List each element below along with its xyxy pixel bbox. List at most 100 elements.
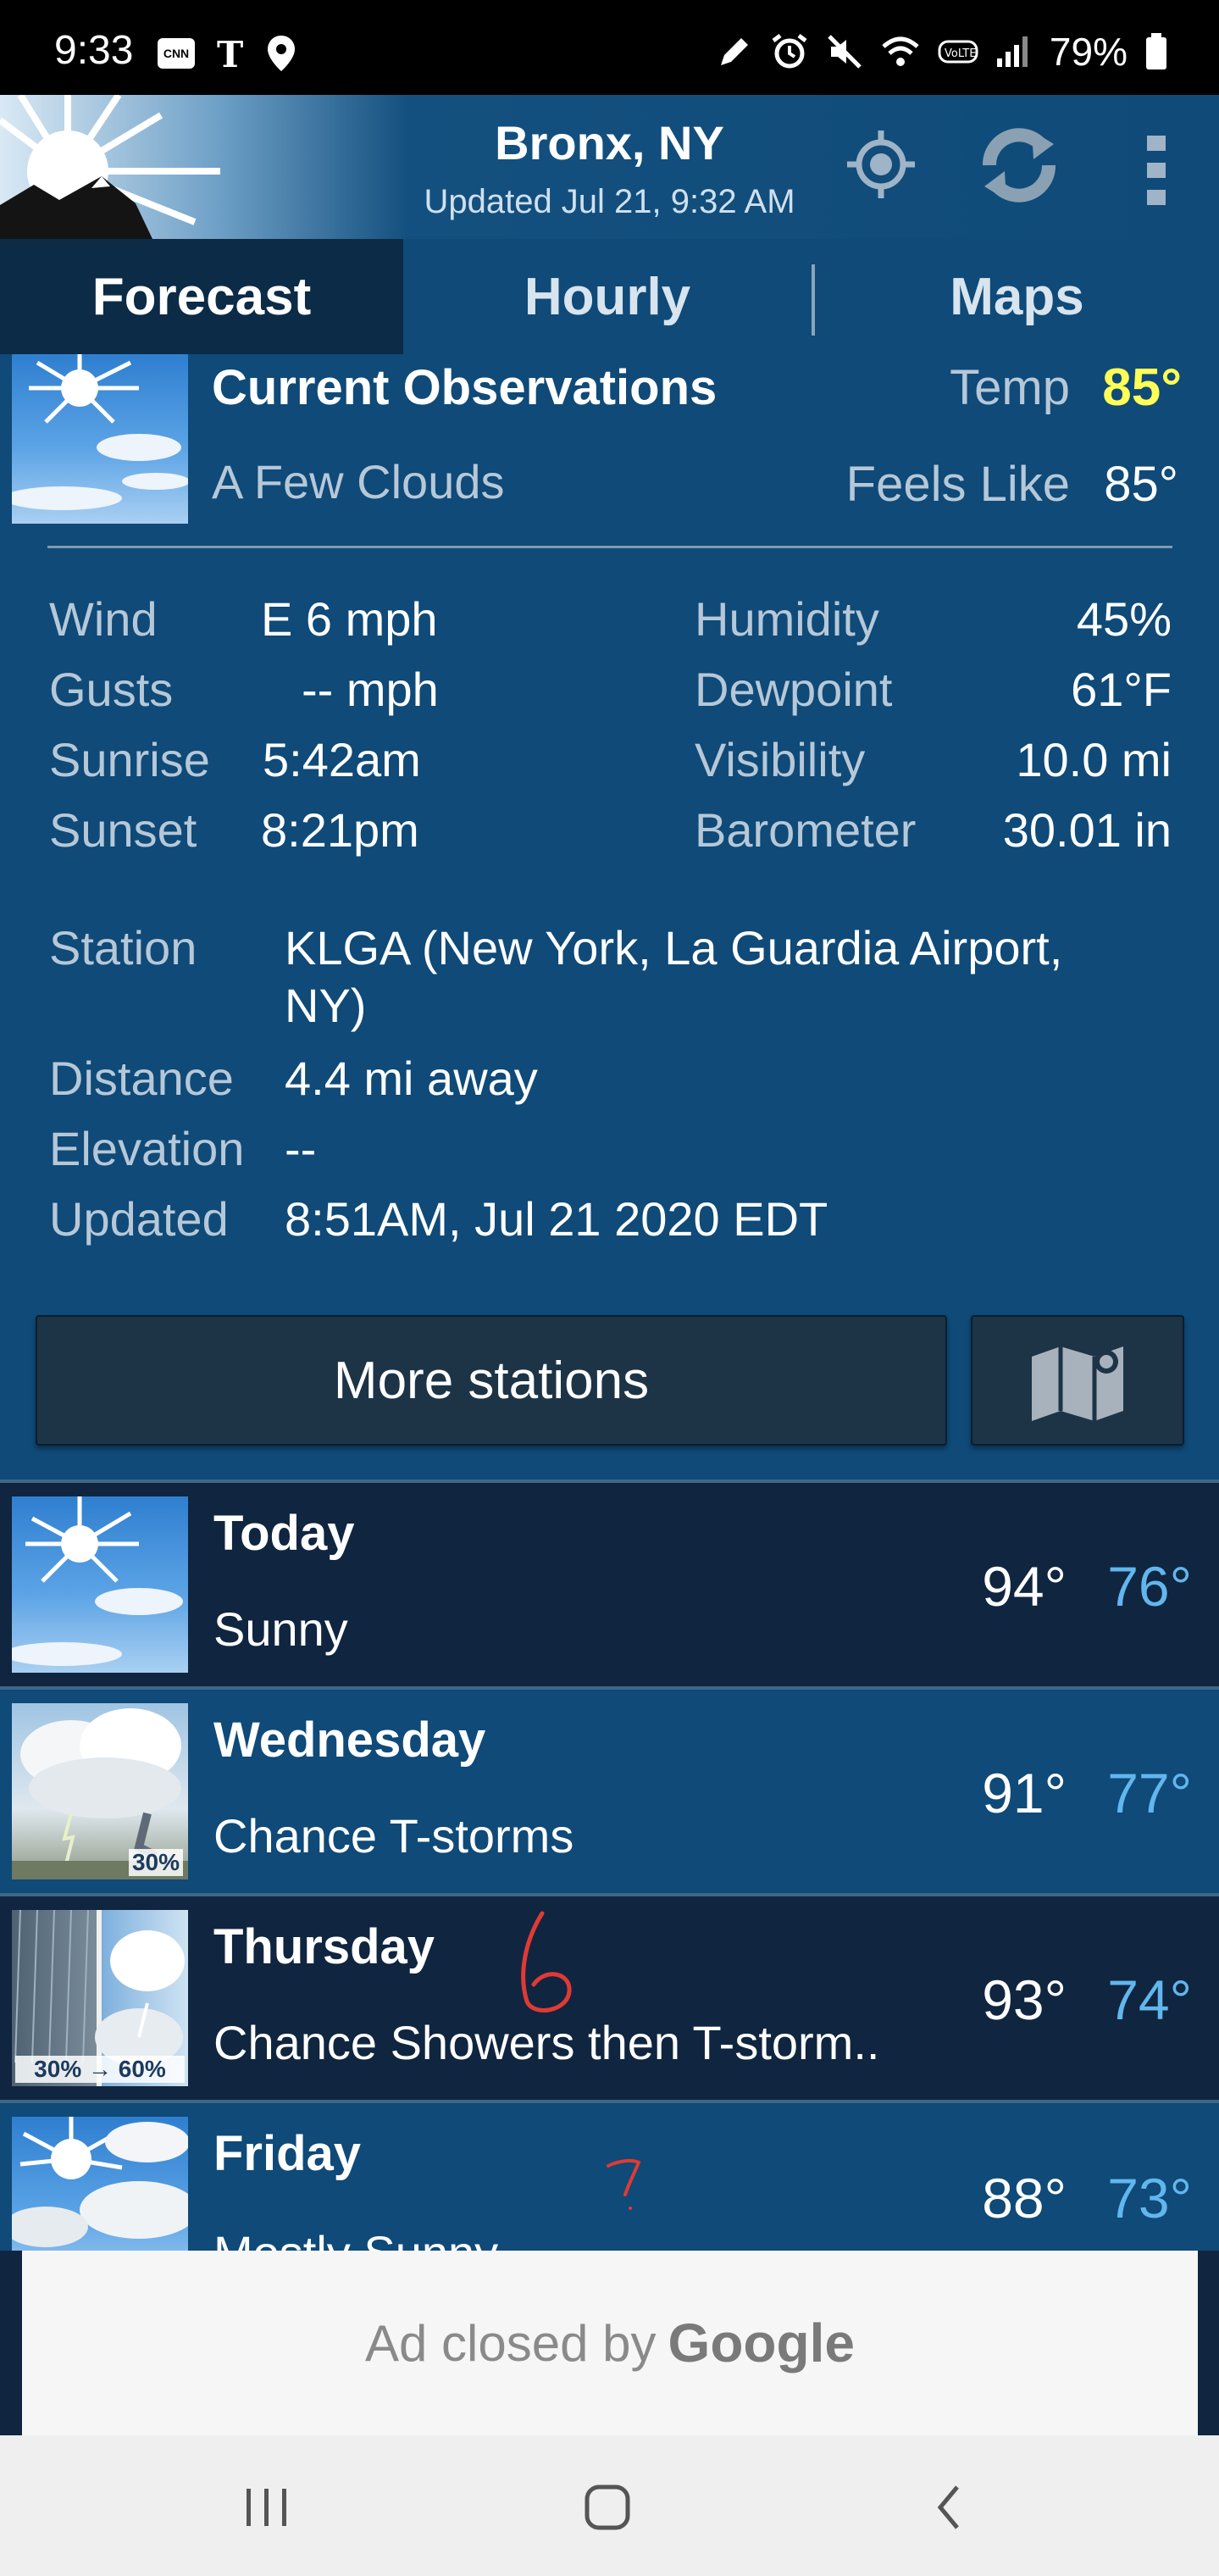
battery-percent: 79% [1049,30,1128,74]
forecast-day-name: Today [213,1506,355,1561]
battery-icon [1146,33,1166,69]
thunderstorm-weather-icon: 30% [12,1703,188,1879]
few-clouds-weather-icon [12,354,188,524]
tab-forecast[interactable]: Forecast [0,239,403,354]
home-button[interactable] [569,2469,646,2545]
tab-bar: Forecast Hourly Maps [0,239,1219,354]
forecast-low: 74° [1107,1968,1192,2031]
sunset-label: Sunset [49,803,197,857]
more-stations-button[interactable]: More stations [36,1315,947,1446]
tab-maps[interactable]: Maps [815,239,1219,354]
pen-icon [720,38,748,65]
google-logo: Google [668,2312,855,2373]
station-value-line1: KLGA (New York, La Guardia Airport, [285,921,1063,974]
forecast-high: 94° [982,1555,1067,1618]
forecast-high: 93° [982,1968,1067,2031]
forecast-high: 91° [982,1762,1067,1824]
temp-label: Temp [950,360,1070,415]
observations-divider [47,546,1172,548]
location-pin-icon [268,36,295,71]
system-nav-bar [0,2435,1219,2576]
recent-apps-icon [247,2489,286,2526]
overflow-menu-icon[interactable] [1142,132,1171,208]
current-observations-title: Current Observations [212,360,718,415]
svg-text:VoLTE: VoLTE [945,47,976,60]
cnn-icon: CNN [158,38,195,69]
forecast-row-today[interactable]: Today Sunny 94° 76° [0,1483,1219,1690]
forecast-low: 73° [1107,2167,1192,2229]
status-icons-left: CNN T [158,34,296,73]
showers-then-tstorms-weather-icon: 30% → 60% [12,1910,188,2086]
feels-like-value: 85° [1104,457,1178,512]
status-time: 9:33 [54,28,134,73]
wind-value: E 6 mph [261,592,438,646]
station-label: Station [49,921,197,974]
elevation-value: -- [285,1122,317,1175]
back-icon [937,2485,959,2529]
ad-margin-right [1198,2251,1219,2435]
forecast-day-name: Thursday [213,1919,435,1974]
refresh-icon[interactable] [972,119,1066,212]
map-icon [1032,1346,1123,1421]
precip-chance: 30% → 60% [15,2056,185,2083]
home-icon [585,2484,630,2530]
obs-updated-label: Updated [49,1192,229,1246]
forecast-day-name: Friday [213,2126,362,2181]
mute-icon [828,35,862,69]
forecast-high: 88° [982,2167,1067,2229]
barometer-value: 30.01 in [1002,803,1172,857]
obs-updated-value: 8:51AM, Jul 21 2020 EDT [285,1192,828,1246]
gusts-label: Gusts [49,663,174,716]
ad-banner[interactable]: Ad closed by Google [22,2251,1198,2435]
ad-closed-text: Ad closed by [365,2314,657,2372]
svg-text:T: T [217,35,243,72]
forecast-row-thursday[interactable]: 30% → 60% Thursday Chance Showers then T… [0,1896,1219,2103]
app-header: Bronx, NY Updated Jul 21, 9:32 AM [0,95,1219,239]
forecast-day-name: Wednesday [213,1713,486,1768]
mostly-sunny-weather-icon [12,2117,188,2251]
current-observations-panel: Current Observations A Few Clouds Temp 8… [0,354,1219,1480]
humidity-value: 45% [1076,592,1172,646]
back-button[interactable] [911,2469,988,2545]
forecast-condition: Mostly Sunny [213,2225,498,2251]
sunny-weather-icon [12,1496,188,1673]
distance-label: Distance [49,1052,234,1105]
barometer-label: Barometer [695,803,917,857]
station-value-line2: NY) [285,979,367,1032]
wifi-icon [882,36,919,66]
volte-icon: VoLTE [938,40,978,64]
forecast-low: 76° [1107,1555,1192,1618]
temp-value: 85° [1102,358,1182,417]
recent-apps-button[interactable] [229,2469,305,2545]
sunset-value: 8:21pm [261,803,419,857]
tab-hourly[interactable]: Hourly [403,239,812,354]
humidity-label: Humidity [695,592,879,646]
status-icons-right: VoLTE 79% [716,29,1168,75]
visibility-value: 10.0 mi [1016,733,1172,786]
wind-label: Wind [49,592,158,646]
forecast-condition: Sunny [213,1602,348,1656]
sunrise-value: 5:42am [263,733,421,786]
precip-chance: 30% [128,1849,183,1876]
dewpoint-label: Dewpoint [695,663,893,716]
my-location-icon[interactable] [844,127,918,202]
forecast-row-wednesday[interactable]: 30% Wednesday Chance T-storms 91° 77° [0,1690,1219,1896]
elevation-label: Elevation [49,1122,245,1175]
handwritten-mark-7 [607,2158,641,2210]
forecast-condition: Chance Showers then T-storm.. [213,2016,880,2069]
nyt-icon: T [217,35,243,72]
visibility-label: Visibility [695,733,866,786]
distance-value: 4.4 mi away [285,1052,538,1105]
signal-icon [996,36,1028,67]
feels-like-label: Feels Like [845,457,1070,512]
alarm-icon [772,34,807,69]
dewpoint-value: 61°F [1071,663,1172,716]
handwritten-mark-6 [521,1911,572,2012]
gusts-value: -- mph [302,663,439,716]
ad-margin-left [0,2251,22,2435]
station-map-button[interactable] [971,1315,1184,1446]
sunrise-label: Sunrise [49,733,210,786]
forecast-low: 77° [1107,1762,1192,1824]
current-condition: A Few Clouds [212,455,505,508]
status-bar: 9:33 CNN T VoLTE 79% [0,0,1219,95]
